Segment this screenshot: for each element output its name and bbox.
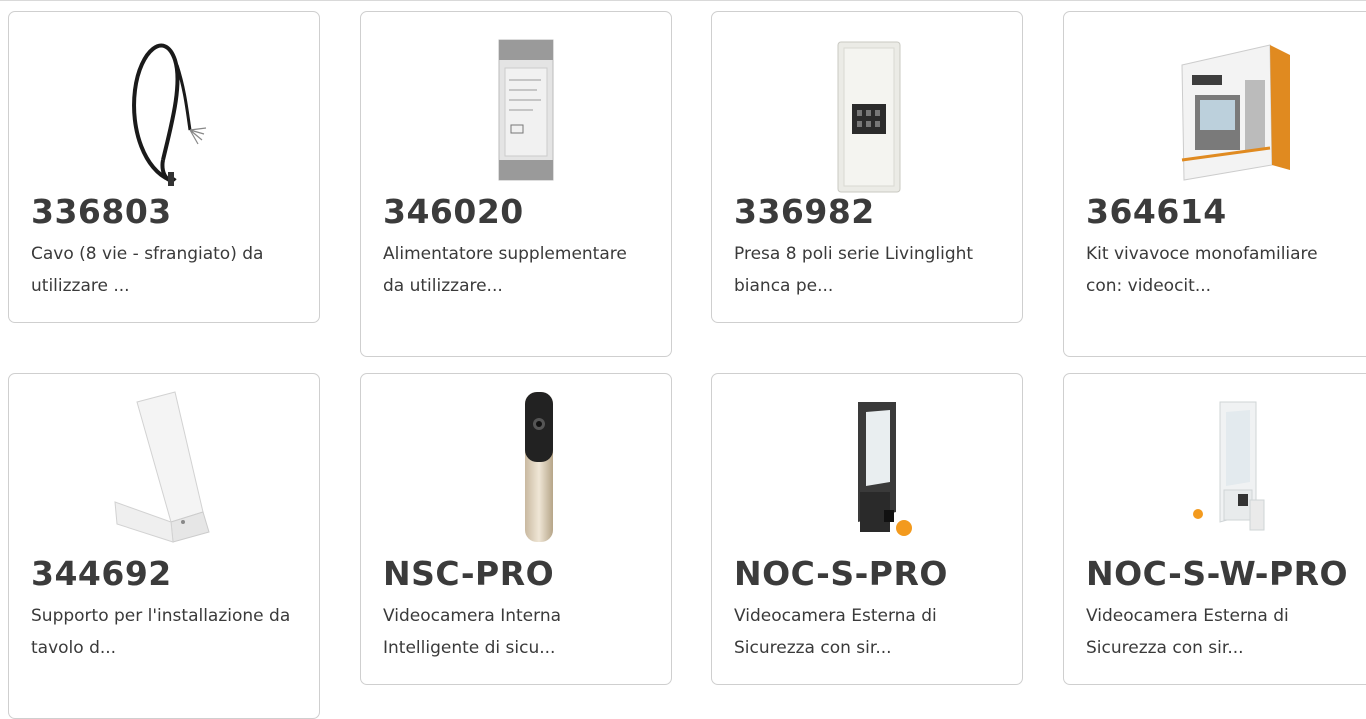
product-card-336982[interactable]: 336982 Presa 8 poli serie Livinglight bi…: [711, 11, 1023, 323]
product-card-336803[interactable]: 336803 Cavo (8 vie - sfrangiato) da util…: [8, 11, 320, 323]
socket-image: [712, 20, 1022, 195]
product-card-NOC-S-W-PRO[interactable]: NOC-S-W-PRO Videocamera Esterna di Sicur…: [1063, 373, 1366, 685]
product-card-344692[interactable]: 344692 Supporto per l'installazione da t…: [8, 373, 320, 719]
outdoor-camera-white-image: [1064, 382, 1366, 557]
product-code: NOC-S-W-PRO: [1086, 554, 1349, 593]
product-card-NOC-S-PRO[interactable]: NOC-S-PRO Videocamera Esterna di Sicurez…: [711, 373, 1023, 685]
desk-stand-image: [9, 382, 319, 557]
product-description: Supporto per l'installazione da tavolo d…: [31, 606, 291, 658]
product-card-NSC-PRO[interactable]: NSC-PRO Videocamera Interna Intelligente…: [360, 373, 672, 685]
product-code: NSC-PRO: [383, 554, 555, 593]
product-code: 346020: [383, 192, 524, 231]
product-description: Videocamera Interna Intelligente di sicu…: [383, 606, 562, 658]
product-description: Cavo (8 vie - sfrangiato) da utilizzare …: [31, 244, 264, 296]
product-description: Alimentatore supplementare da utilizzare…: [383, 244, 627, 296]
product-description: Presa 8 poli serie Livinglight bianca pe…: [734, 244, 974, 296]
product-code: 344692: [31, 554, 172, 593]
product-description: Kit vivavoce monofamiliare con: videocit…: [1086, 244, 1318, 296]
product-code: NOC-S-PRO: [734, 554, 948, 593]
product-description: Videocamera Esterna di Sicurezza con sir…: [734, 606, 937, 658]
product-card-346020[interactable]: 346020 Alimentatore supplementare da uti…: [360, 11, 672, 357]
product-card-364614[interactable]: 364614 Kit vivavoce monofamiliare con: v…: [1063, 11, 1366, 357]
product-code: 336803: [31, 192, 172, 231]
product-grid: 336803 Cavo (8 vie - sfrangiato) da util…: [0, 0, 1366, 719]
product-code: 336982: [734, 192, 875, 231]
outdoor-camera-black-image: [712, 382, 1022, 557]
indoor-camera-image: [361, 382, 671, 557]
product-code: 364614: [1086, 192, 1227, 231]
cable-image: [9, 20, 319, 195]
product-description: Videocamera Esterna di Sicurezza con sir…: [1086, 606, 1289, 658]
power-supply-image: [361, 20, 671, 195]
video-kit-box-image: [1064, 20, 1366, 195]
